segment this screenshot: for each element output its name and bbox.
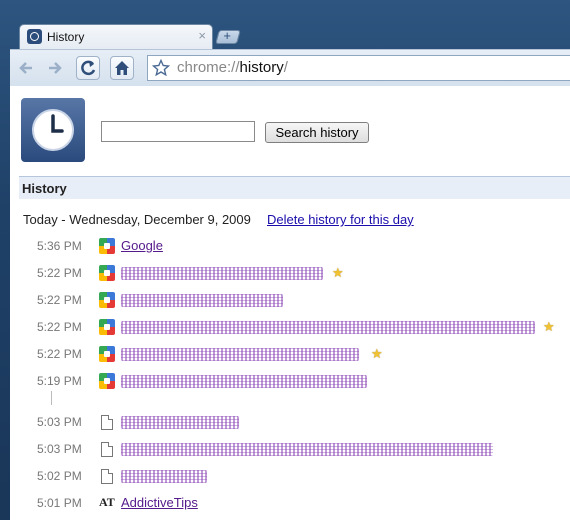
url-host: history xyxy=(239,59,284,76)
url-scheme: chrome:// xyxy=(177,59,240,76)
history-entry: 5:01 PM AT AddictiveTips xyxy=(10,490,570,517)
history-entry: 5:22 PM ★ xyxy=(10,260,570,287)
back-button[interactable] xyxy=(15,56,39,80)
history-section-header: History xyxy=(19,176,570,199)
history-entry: 5:22 PM xyxy=(10,287,570,314)
reload-icon xyxy=(81,60,96,76)
entry-link-redacted[interactable] xyxy=(121,416,239,429)
page-icon xyxy=(101,415,113,430)
toolbar: chrome://history/ xyxy=(10,49,570,86)
entry-link-redacted[interactable] xyxy=(121,348,359,361)
google-icon xyxy=(99,319,115,335)
plus-icon: + xyxy=(223,28,231,43)
page-icon xyxy=(101,442,113,457)
history-entry: 5:19 PM xyxy=(10,368,570,395)
entry-time: 5:02 PM xyxy=(37,469,82,483)
google-icon xyxy=(99,238,115,254)
entry-time: 5:36 PM xyxy=(37,239,82,253)
history-entry: 5:22 PM ★ xyxy=(10,314,570,341)
entry-link-redacted[interactable] xyxy=(121,267,323,280)
tab-title: History xyxy=(47,30,85,44)
entry-time: 5:22 PM xyxy=(37,320,82,334)
clock-icon xyxy=(27,29,42,44)
bookmark-star-icon[interactable]: ★ xyxy=(371,346,383,362)
history-entry: 5:22 PM ★ xyxy=(10,341,570,368)
entry-link-redacted[interactable] xyxy=(121,470,207,483)
search-input[interactable] xyxy=(101,121,255,142)
url-text: chrome://history/ xyxy=(177,56,288,80)
time-gap-divider xyxy=(51,391,52,405)
tab-history[interactable]: History × xyxy=(19,24,213,49)
search-history-button[interactable]: Search history xyxy=(265,122,369,143)
bookmark-star-icon[interactable]: ★ xyxy=(543,319,555,335)
addictivetips-icon: AT xyxy=(99,495,115,509)
entry-time: 5:22 PM xyxy=(37,347,82,361)
entry-time: 5:19 PM xyxy=(37,374,82,388)
forward-button[interactable] xyxy=(43,56,67,80)
history-clock-logo xyxy=(21,98,85,162)
delete-day-history-link[interactable]: Delete history for this day xyxy=(267,212,414,227)
history-page: Search history History Today - Wednesday… xyxy=(10,86,570,520)
entry-link[interactable]: AddictiveTips xyxy=(121,495,198,510)
entry-time: 5:22 PM xyxy=(37,293,82,307)
forward-arrow-icon xyxy=(49,62,62,74)
google-icon xyxy=(99,346,115,362)
entry-link[interactable]: Google xyxy=(121,238,163,253)
google-icon xyxy=(99,373,115,389)
tab-close-icon[interactable]: × xyxy=(198,28,206,43)
entry-link-redacted[interactable] xyxy=(121,321,535,334)
back-arrow-icon xyxy=(19,62,32,74)
history-entry: 5:03 PM xyxy=(10,409,570,436)
entry-link-redacted[interactable] xyxy=(121,294,283,307)
page-icon xyxy=(101,469,113,484)
history-entry: 5:02 PM xyxy=(10,463,570,490)
url-tail: / xyxy=(283,59,288,76)
google-icon xyxy=(99,292,115,308)
entry-link-redacted[interactable] xyxy=(121,443,493,456)
reload-button[interactable] xyxy=(76,56,100,80)
home-icon xyxy=(115,61,129,75)
home-button[interactable] xyxy=(110,56,134,80)
history-entry: 5:03 PM xyxy=(10,436,570,463)
entry-link-redacted[interactable] xyxy=(121,375,367,388)
browser-window: History × + chrome://history/ Search his… xyxy=(0,0,570,520)
entry-time: 5:03 PM xyxy=(37,415,82,429)
history-entry: 5:36 PM Google xyxy=(10,233,570,260)
google-icon xyxy=(99,265,115,281)
entry-time: 5:03 PM xyxy=(37,442,82,456)
star-icon[interactable] xyxy=(151,58,171,85)
entry-time: 5:01 PM xyxy=(37,496,82,510)
clock-icon xyxy=(32,109,74,151)
address-bar[interactable]: chrome://history/ xyxy=(147,55,570,81)
day-heading: Today - Wednesday, December 9, 2009 xyxy=(23,212,251,227)
bookmark-star-icon[interactable]: ★ xyxy=(332,265,344,281)
entry-time: 5:22 PM xyxy=(37,266,82,280)
new-tab-button[interactable]: + xyxy=(215,28,241,44)
